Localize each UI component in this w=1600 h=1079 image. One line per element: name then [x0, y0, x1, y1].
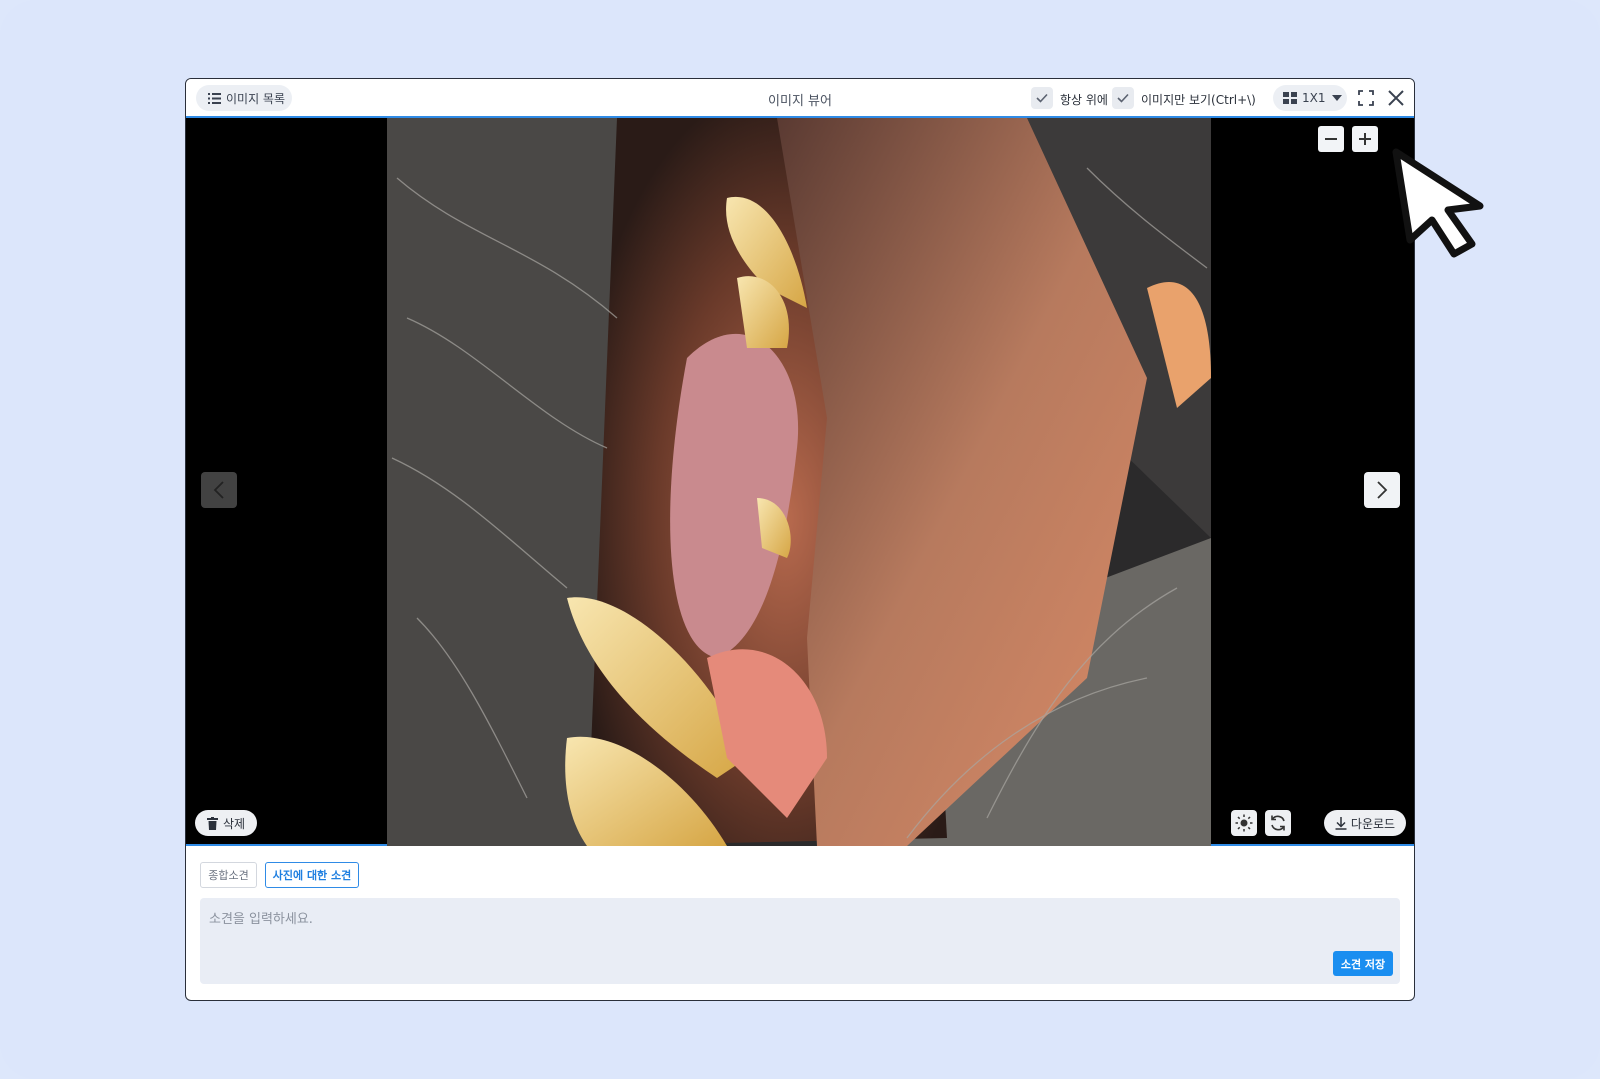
layout-select[interactable]: 1X1 — [1273, 85, 1347, 111]
fullscreen-button[interactable] — [1356, 88, 1376, 108]
chevron-right-icon — [1377, 481, 1388, 499]
image-viewport[interactable]: 삭제 다운로드 — [186, 118, 1414, 846]
delete-button[interactable]: 삭제 — [195, 810, 257, 836]
image-only-label: 이미지만 보기(Ctrl+\) — [1141, 93, 1256, 107]
download-button[interactable]: 다운로드 — [1324, 810, 1406, 836]
download-label: 다운로드 — [1350, 816, 1396, 831]
sun-icon — [1235, 814, 1253, 832]
tab-general-findings[interactable]: 종합소견 — [200, 862, 257, 888]
zoom-out-button[interactable] — [1318, 126, 1344, 152]
mouse-pointer-icon — [1390, 148, 1494, 262]
close-button[interactable] — [1385, 87, 1407, 109]
zoom-in-button[interactable] — [1352, 126, 1378, 152]
findings-textarea[interactable] — [200, 898, 1400, 984]
title-bar: 이미지 목록 이미지 뷰어 항상 위에 이미지만 보기(Ctrl+\) 1X1 — [186, 79, 1414, 118]
image-viewer-window: 이미지 목록 이미지 뷰어 항상 위에 이미지만 보기(Ctrl+\) 1X1 — [185, 78, 1415, 1001]
layout-label: 1X1 — [1302, 91, 1326, 105]
next-image-button[interactable] — [1364, 472, 1400, 508]
always-on-top-label: 항상 위에 — [1060, 93, 1108, 107]
fullscreen-icon — [1358, 90, 1374, 106]
close-icon — [1388, 90, 1404, 106]
brightness-button[interactable] — [1231, 810, 1257, 836]
save-findings-button[interactable]: 소견 저장 — [1333, 951, 1393, 976]
refresh-icon — [1271, 815, 1285, 831]
check-icon — [1036, 93, 1048, 103]
grid-icon — [1283, 92, 1297, 104]
delete-label: 삭제 — [222, 816, 246, 831]
minus-icon — [1325, 138, 1337, 140]
download-icon — [1335, 816, 1347, 830]
check-icon — [1117, 93, 1129, 103]
findings-input-area — [200, 898, 1400, 984]
rotate-button[interactable] — [1265, 810, 1291, 836]
dental-photo — [387, 118, 1211, 846]
always-on-top-checkbox[interactable] — [1031, 87, 1053, 109]
plus-icon — [1359, 133, 1371, 145]
previous-image-button[interactable] — [201, 472, 237, 508]
caret-down-icon — [1331, 95, 1342, 101]
tab-photo-findings[interactable]: 사진에 대한 소견 — [265, 862, 359, 888]
trash-icon — [206, 816, 218, 830]
image-only-checkbox[interactable] — [1112, 87, 1134, 109]
chevron-left-icon — [213, 481, 224, 499]
